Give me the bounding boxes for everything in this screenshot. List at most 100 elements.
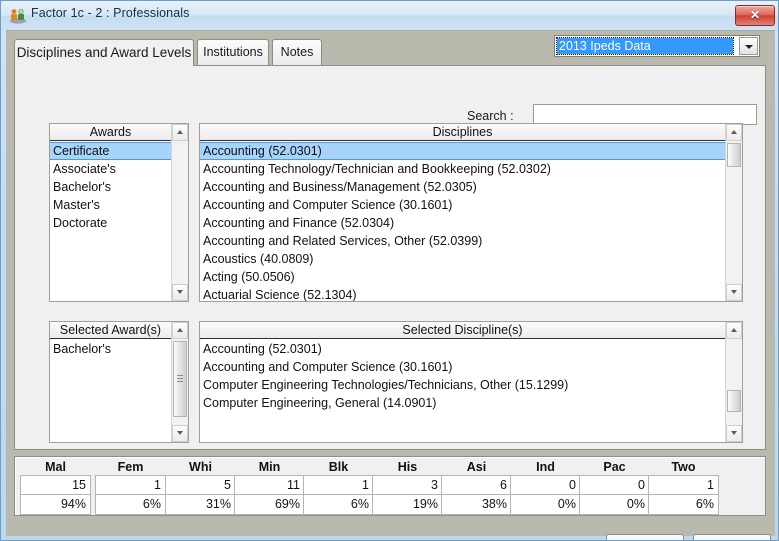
scroll-up-icon[interactable] — [172, 124, 188, 141]
stat-count: 0 — [510, 475, 581, 495]
list-item[interactable]: Acting (50.0506) — [200, 268, 725, 286]
tab-page-disciplines: Search : Awards Certificate Associate's … — [14, 65, 766, 450]
selected-awards-header: Selected Award(s) — [50, 322, 171, 339]
scroll-down-icon[interactable] — [172, 284, 188, 301]
disciplines-listbox[interactable]: Disciplines Accounting (52.0301) Account… — [199, 123, 743, 302]
awards-scrollbar[interactable] — [171, 124, 188, 301]
list-item[interactable]: Certificate — [50, 142, 171, 160]
selected-awards-list-body[interactable]: Bachelor's — [50, 340, 171, 442]
stat-column-ind: Ind 0 0% — [510, 459, 581, 515]
scrollbar-thumb[interactable] — [173, 341, 187, 417]
selected-disciplines-listbox[interactable]: Selected Discipline(s) Accounting (52.03… — [199, 321, 743, 443]
list-item[interactable]: Accounting (52.0301) — [200, 142, 725, 160]
stat-header: Asi — [466, 460, 487, 474]
tab-institutions[interactable]: Institutions — [197, 39, 269, 65]
stat-percent: 19% — [372, 495, 443, 515]
stat-header: Whi — [189, 460, 212, 474]
selected-disciplines-scrollbar[interactable] — [725, 322, 742, 442]
stat-column-two: Two 1 6% — [648, 459, 719, 515]
close-button[interactable]: ✕ — [735, 5, 775, 26]
title-bar: Factor 1c - 2 : Professionals ✕ — [1, 1, 778, 30]
stat-header: Blk — [328, 460, 349, 474]
stat-column-min: Min 11 69% — [234, 459, 305, 515]
dialog-window: Factor 1c - 2 : Professionals ✕ 2013 Ipe… — [0, 0, 779, 541]
stat-percent: 6% — [303, 495, 374, 515]
stat-percent: 0% — [510, 495, 581, 515]
stat-count: 1 — [95, 475, 166, 495]
chevron-down-icon[interactable] — [739, 37, 758, 55]
stat-column-asi: Asi 6 38% — [441, 459, 512, 515]
stat-column-pac: Pac 0 0% — [579, 459, 650, 515]
disciplines-header: Disciplines — [200, 124, 725, 141]
awards-header: Awards — [50, 124, 171, 141]
stat-column-mal: Mal 15 94% — [20, 459, 91, 515]
list-item[interactable]: Computer Engineering, General (14.0901) — [200, 394, 725, 412]
scroll-down-icon[interactable] — [726, 425, 742, 442]
scroll-down-icon[interactable] — [726, 284, 742, 301]
list-item[interactable]: Acoustics (40.0809) — [200, 250, 725, 268]
stat-percent: 0% — [579, 495, 650, 515]
scroll-up-icon[interactable] — [726, 124, 742, 141]
stat-percent: 94% — [20, 495, 91, 515]
scrollbar-thumb[interactable] — [727, 143, 741, 167]
dataset-combobox[interactable]: 2013 Ipeds Data — [554, 35, 760, 57]
tab-disciplines-and-award-levels[interactable]: Disciplines and Award Levels — [14, 39, 194, 66]
dataset-selected-value: 2013 Ipeds Data — [556, 37, 734, 55]
list-item[interactable]: Accounting and Computer Science (30.1601… — [200, 358, 725, 376]
awards-list-body[interactable]: Certificate Associate's Bachelor's Maste… — [50, 142, 171, 301]
search-label: Search : — [467, 109, 514, 123]
stat-count: 0 — [579, 475, 650, 495]
search-input[interactable] — [533, 104, 757, 125]
cancel-button[interactable]: Cancel — [693, 534, 771, 540]
stat-column-his: His 3 19% — [372, 459, 443, 515]
stat-header: Fem — [117, 460, 144, 474]
close-icon: ✕ — [749, 8, 761, 22]
stat-column-whi: Whi 5 31% — [165, 459, 236, 515]
tab-notes[interactable]: Notes — [272, 39, 322, 65]
stat-count: 6 — [441, 475, 512, 495]
users-group-icon — [10, 8, 26, 24]
stat-column-fem: Fem 1 6% — [95, 459, 166, 515]
stat-header: Ind — [536, 460, 555, 474]
selected-awards-scrollbar[interactable] — [171, 322, 188, 442]
selected-disciplines-list-body[interactable]: Accounting (52.0301) Accounting and Comp… — [200, 340, 725, 442]
chevron-down-glyph — [745, 45, 753, 49]
stat-percent: 69% — [234, 495, 305, 515]
list-item[interactable]: Associate's — [50, 160, 171, 178]
list-item[interactable]: Bachelor's — [50, 340, 171, 358]
disciplines-scrollbar[interactable] — [725, 124, 742, 301]
list-item[interactable]: Accounting Technology/Technician and Boo… — [200, 160, 725, 178]
stat-count: 1 — [648, 475, 719, 495]
list-item[interactable]: Accounting and Finance (52.0304) — [200, 214, 725, 232]
stat-count: 5 — [165, 475, 236, 495]
disciplines-list-body[interactable]: Accounting (52.0301) Accounting Technolo… — [200, 142, 725, 301]
list-item[interactable]: Accounting and Business/Management (52.0… — [200, 178, 725, 196]
scroll-down-icon[interactable] — [172, 425, 188, 442]
stat-count: 3 — [372, 475, 443, 495]
stat-percent: 38% — [441, 495, 512, 515]
list-item[interactable]: Actuarial Science (52.1304) — [200, 286, 725, 301]
scroll-up-icon[interactable] — [172, 322, 188, 339]
list-item[interactable]: Doctorate — [50, 214, 171, 232]
selected-awards-listbox[interactable]: Selected Award(s) Bachelor's — [49, 321, 189, 443]
stat-count: 15 — [20, 475, 91, 495]
save-button[interactable]: Save — [606, 534, 684, 540]
stat-count: 11 — [234, 475, 305, 495]
stat-header: Two — [671, 460, 696, 474]
stat-header: Min — [258, 460, 281, 474]
demographics-stats-panel: Mal 15 94% Fem 1 6% Whi 5 31% Min 11 69%… — [14, 456, 766, 516]
list-item[interactable]: Master's — [50, 196, 171, 214]
list-item[interactable]: Accounting and Related Services, Other (… — [200, 232, 725, 250]
stat-header: His — [397, 460, 418, 474]
list-item[interactable]: Accounting and Computer Science (30.1601… — [200, 196, 725, 214]
list-item[interactable]: Bachelor's — [50, 178, 171, 196]
scrollbar-thumb[interactable] — [727, 390, 741, 412]
list-item[interactable]: Accounting (52.0301) — [200, 340, 725, 358]
list-item[interactable]: Computer Engineering Technologies/Techni… — [200, 376, 725, 394]
awards-listbox[interactable]: Awards Certificate Associate's Bachelor'… — [49, 123, 189, 302]
scrollbar-grip — [177, 375, 183, 382]
scroll-up-icon[interactable] — [726, 322, 742, 339]
dialog-client-area: 2013 Ipeds Data Disciplines and Award Le… — [6, 30, 775, 540]
window-title: Factor 1c - 2 : Professionals — [31, 6, 190, 20]
stat-header: Mal — [45, 460, 66, 474]
